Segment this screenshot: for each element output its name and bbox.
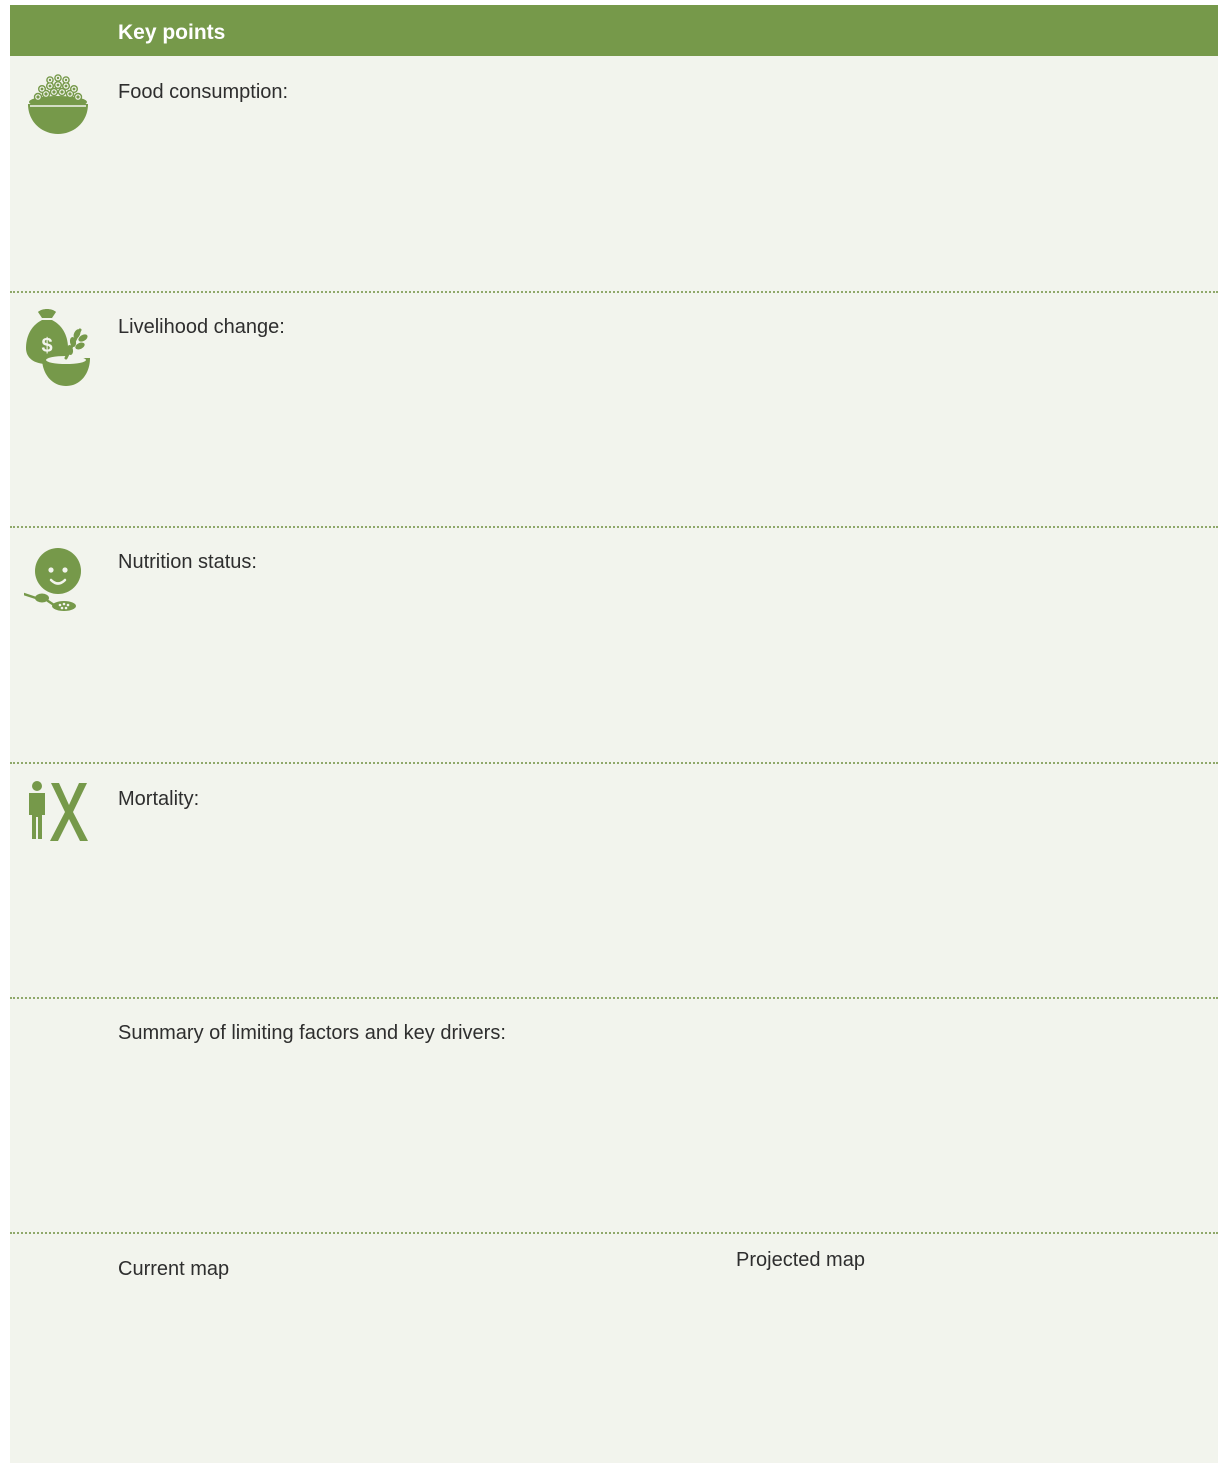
section-livelihood-change: $ Livelihood change: — [10, 292, 1218, 526]
child-spoon-icon — [24, 543, 92, 611]
key-points-panel: Key points Food consumption: $ Livelihoo… — [10, 5, 1218, 1463]
key-points-header: Key points — [10, 5, 1218, 56]
header-title: Key points — [118, 21, 226, 44]
section-label-food-consumption: Food consumption: — [118, 81, 289, 103]
food-bowl-icon — [24, 70, 92, 138]
money-bag-bowl-icon: $ — [24, 308, 92, 386]
current-map-label: Current map — [118, 1258, 230, 1280]
projected-map-label: Projected map — [736, 1249, 865, 1271]
person-cross-icon — [24, 781, 92, 849]
section-mortality: Mortality: — [10, 763, 1218, 997]
section-food-consumption: Food consumption: — [10, 56, 1218, 291]
section-label-mortality: Mortality: — [118, 788, 200, 810]
section-summary: Summary of limiting factors and key driv… — [10, 998, 1218, 1232]
section-nutrition-status: Nutrition status: — [10, 527, 1218, 762]
svg-text:$: $ — [41, 335, 52, 357]
section-label-nutrition-status: Nutrition status: — [118, 551, 257, 573]
section-label-summary: Summary of limiting factors and key driv… — [118, 1022, 506, 1044]
section-label-livelihood-change: Livelihood change: — [118, 316, 285, 338]
maps-section: Current map Projected map — [10, 1233, 1218, 1463]
